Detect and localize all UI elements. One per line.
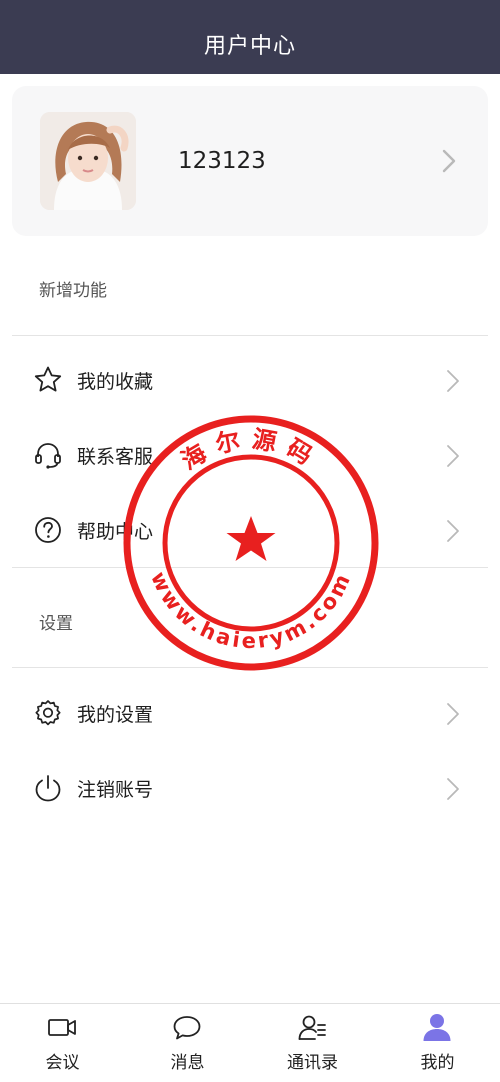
- tab-contacts[interactable]: 通讯录: [250, 1004, 375, 1082]
- chevron-right-icon: [447, 778, 459, 800]
- avatar[interactable]: [40, 112, 136, 210]
- chat-bubble-icon: [173, 1016, 201, 1040]
- menu-item-favorites[interactable]: 我的收藏: [0, 350, 500, 410]
- tab-mine[interactable]: 我的: [375, 1004, 500, 1082]
- star-icon: [34, 366, 62, 392]
- chevron-right-icon: [447, 370, 459, 392]
- menu-item-logout[interactable]: 注销账号: [0, 758, 500, 818]
- chevron-right-icon: [447, 703, 459, 725]
- user-icon: [423, 1014, 451, 1041]
- watermark-bottom-text: www.haierym.com: [146, 568, 356, 653]
- menu-label-logout: 注销账号: [77, 779, 154, 801]
- app-header: 用户中心: [0, 0, 500, 74]
- menu-label-customer-service: 联系客服: [77, 446, 154, 468]
- tab-messages[interactable]: 消息: [125, 1004, 250, 1082]
- bottom-tab-bar: 会议 消息 通讯录 我的: [0, 1003, 500, 1082]
- menu-item-customer-service[interactable]: 联系客服: [0, 425, 500, 485]
- chevron-right-icon: [447, 445, 459, 467]
- help-circle-icon: [35, 517, 61, 543]
- chevron-right-icon: [442, 149, 456, 173]
- section-label-new-features: 新增功能: [39, 281, 107, 301]
- tab-label: 我的: [420, 1053, 455, 1073]
- tab-label: 消息: [170, 1053, 205, 1073]
- divider: [12, 567, 488, 568]
- username: 123123: [178, 148, 266, 174]
- divider: [12, 667, 488, 668]
- contacts-icon: [298, 1015, 326, 1040]
- tab-meetings[interactable]: 会议: [0, 1004, 125, 1082]
- tab-label: 会议: [45, 1053, 80, 1073]
- page-title: 用户中心: [203, 34, 296, 59]
- profile-card[interactable]: 123123: [12, 86, 488, 236]
- menu-item-help-center[interactable]: 帮助中心: [0, 500, 500, 560]
- video-camera-icon: [48, 1019, 76, 1036]
- chevron-right-icon: [447, 520, 459, 542]
- menu-label-help-center: 帮助中心: [77, 521, 154, 543]
- menu-item-my-settings[interactable]: 我的设置: [0, 683, 500, 743]
- menu-label-favorites: 我的收藏: [77, 371, 154, 393]
- avatar-image: [40, 112, 136, 210]
- headset-icon: [35, 443, 61, 469]
- gear-icon: [35, 700, 61, 726]
- power-icon: [35, 775, 61, 802]
- divider: [12, 335, 488, 336]
- menu-label-my-settings: 我的设置: [77, 704, 154, 726]
- tab-label: 通讯录: [287, 1053, 338, 1073]
- section-label-settings: 设置: [39, 614, 73, 634]
